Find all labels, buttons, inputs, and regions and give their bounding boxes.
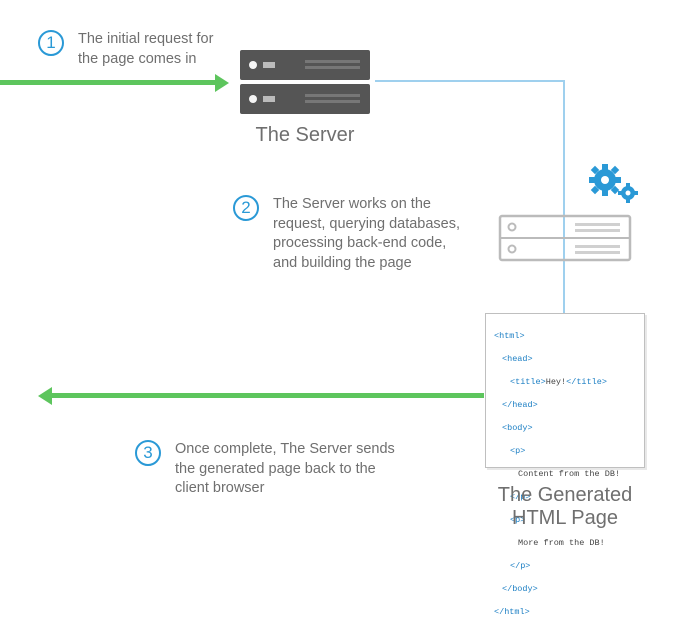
arrow-response-out-head	[38, 387, 52, 405]
processing-server-icon	[495, 210, 635, 265]
arrow-response-out	[52, 393, 484, 398]
gears-icon	[585, 160, 645, 210]
step-3-text: Once complete, The Server sends the gene…	[175, 440, 415, 499]
generated-html-panel: <html> <head> <title>Hey!</title> </head…	[485, 313, 645, 468]
flow-line-1	[375, 80, 565, 82]
step-2-text: The Server works on the request, queryin…	[273, 195, 483, 273]
step-2-number: 2	[233, 195, 259, 221]
step-3-number: 3	[135, 440, 161, 466]
arrow-request-in	[0, 80, 215, 85]
step-1-number: 1	[38, 30, 64, 56]
server-icon	[235, 40, 375, 120]
generated-page-caption: The Generated HTML Page	[490, 484, 640, 530]
step-1-text: The initial request for the page comes i…	[78, 30, 213, 69]
server-caption: The Server	[245, 124, 365, 147]
arrow-request-in-head	[215, 74, 229, 92]
